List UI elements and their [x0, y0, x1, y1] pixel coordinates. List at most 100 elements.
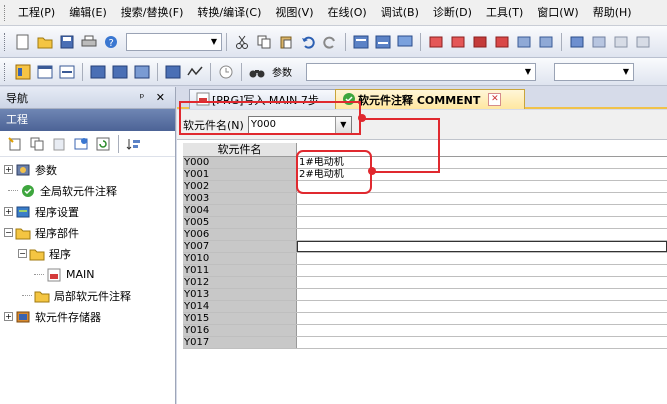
tree-item-program[interactable]: − 程序: [0, 243, 175, 264]
menu-edit[interactable]: 编辑(E): [62, 0, 114, 26]
table-row[interactable]: Y011: [183, 265, 667, 277]
pane-controls[interactable]: ᵖ ✕: [140, 91, 169, 104]
table-row[interactable]: Y002: [183, 181, 667, 193]
comment-cell[interactable]: [297, 253, 667, 264]
table-row[interactable]: Y000 1#电动机: [183, 157, 667, 169]
comment-cell[interactable]: [297, 337, 667, 348]
annotation-dot: [358, 114, 366, 122]
property-icon[interactable]: [72, 135, 90, 153]
table-row[interactable]: Y015: [183, 313, 667, 325]
collapse-icon[interactable]: −: [18, 249, 27, 258]
comment-cell[interactable]: [297, 325, 667, 336]
expand-icon[interactable]: +: [4, 312, 13, 321]
print-icon[interactable]: [80, 33, 98, 51]
expand-icon[interactable]: +: [4, 165, 13, 174]
clock-icon[interactable]: [217, 63, 235, 81]
menu-find-replace[interactable]: 搜索/替换(F): [114, 0, 191, 26]
program-list-icon[interactable]: [352, 33, 370, 51]
tree-item-global-device-comment[interactable]: 全局软元件注释: [0, 180, 175, 201]
device-list-icon[interactable]: [374, 33, 392, 51]
comment-cell[interactable]: [297, 241, 667, 252]
table-row[interactable]: Y003: [183, 193, 667, 205]
table-row[interactable]: Y004: [183, 205, 667, 217]
menu-debug[interactable]: 调试(B): [374, 0, 426, 26]
table-row[interactable]: Y006: [183, 229, 667, 241]
refresh-icon[interactable]: [94, 135, 112, 153]
table-row[interactable]: Y012: [183, 277, 667, 289]
menu-tool[interactable]: 工具(T): [479, 0, 530, 26]
paste-data-icon[interactable]: [50, 135, 68, 153]
tree-item-program-parts[interactable]: − 程序部件: [0, 222, 175, 243]
search-combo-toolbar[interactable]: ▼: [554, 62, 634, 81]
comment-cell[interactable]: [297, 313, 667, 324]
menu-convert-compile[interactable]: 转换/编译(C): [190, 0, 268, 26]
step-run-icon[interactable]: [612, 33, 630, 51]
menu-view[interactable]: 视图(V): [268, 0, 320, 26]
redo-icon[interactable]: [321, 33, 339, 51]
comment-cell[interactable]: [297, 277, 667, 288]
copy-data-icon[interactable]: [28, 135, 46, 153]
table-row[interactable]: Y016: [183, 325, 667, 337]
menu-help[interactable]: 帮助(H): [586, 0, 639, 26]
comment-cell[interactable]: [297, 289, 667, 300]
sort-icon[interactable]: [125, 135, 143, 153]
toolbar-combo[interactable]: ▼: [126, 32, 222, 51]
sample-trace-icon[interactable]: [186, 63, 204, 81]
comment-cell[interactable]: [297, 205, 667, 216]
comment-cell[interactable]: [297, 193, 667, 204]
tree-item-local-device-comment[interactable]: 局部软元件注释: [0, 285, 175, 306]
table-row[interactable]: Y014: [183, 301, 667, 313]
help-icon[interactable]: ?: [102, 33, 120, 51]
watch-window-icon[interactable]: [58, 63, 76, 81]
column-header-device[interactable]: 软元件名: [183, 143, 297, 156]
device-test-icon[interactable]: [164, 63, 182, 81]
monitor-icon[interactable]: [396, 33, 414, 51]
paste-icon[interactable]: [277, 33, 295, 51]
menu-diagnostics[interactable]: 诊断(D): [426, 0, 479, 26]
comment-cell[interactable]: [297, 229, 667, 240]
comment-cell[interactable]: [297, 265, 667, 276]
output-window-icon[interactable]: [36, 63, 54, 81]
device-combo-toolbar[interactable]: ▼: [306, 62, 536, 81]
tab-device-comment[interactable]: 软元件注释 COMMENT ✕: [335, 89, 525, 109]
collapse-icon[interactable]: −: [4, 228, 13, 237]
expand-icon[interactable]: +: [4, 207, 13, 216]
comment-cell[interactable]: [297, 217, 667, 228]
menu-online[interactable]: 在线(O): [320, 0, 373, 26]
table-row[interactable]: Y005: [183, 217, 667, 229]
table-row[interactable]: Y010: [183, 253, 667, 265]
simulation-stop-icon[interactable]: [590, 33, 608, 51]
new-data-icon[interactable]: [6, 135, 24, 153]
monitor-start-icon[interactable]: [515, 33, 533, 51]
simulation-icon[interactable]: [568, 33, 586, 51]
tree-item-main[interactable]: MAIN: [0, 264, 175, 285]
buffer-memory-icon[interactable]: [133, 63, 151, 81]
save-icon[interactable]: [58, 33, 76, 51]
tree-item-parameter[interactable]: + 参数: [0, 159, 175, 180]
tree-item-device-memory[interactable]: + 软元件存储器: [0, 306, 175, 327]
device-batch-icon[interactable]: [89, 63, 107, 81]
cut-icon[interactable]: [233, 33, 251, 51]
menu-project[interactable]: 工程(P): [11, 0, 62, 26]
new-file-icon[interactable]: [14, 33, 32, 51]
remote-op-icon[interactable]: [493, 33, 511, 51]
table-row[interactable]: Y007: [183, 241, 667, 253]
write-plc-icon[interactable]: [449, 33, 467, 51]
menu-window[interactable]: 窗口(W): [530, 0, 585, 26]
device-cell: Y013: [183, 289, 297, 300]
monitor-stop-icon[interactable]: [537, 33, 555, 51]
undo-icon[interactable]: [299, 33, 317, 51]
project-view-icon[interactable]: [14, 63, 32, 81]
binoculars-icon[interactable]: [248, 63, 266, 81]
table-row[interactable]: Y017: [183, 337, 667, 349]
table-row[interactable]: Y013: [183, 289, 667, 301]
tree-item-program-setting[interactable]: + 程序设置: [0, 201, 175, 222]
step-stop-icon[interactable]: [634, 33, 652, 51]
comment-cell[interactable]: [297, 301, 667, 312]
open-folder-icon[interactable]: [36, 33, 54, 51]
read-plc-icon[interactable]: [427, 33, 445, 51]
device-monitor-icon[interactable]: [111, 63, 129, 81]
close-icon[interactable]: ✕: [488, 93, 502, 106]
copy-icon[interactable]: [255, 33, 273, 51]
verify-plc-icon[interactable]: [471, 33, 489, 51]
